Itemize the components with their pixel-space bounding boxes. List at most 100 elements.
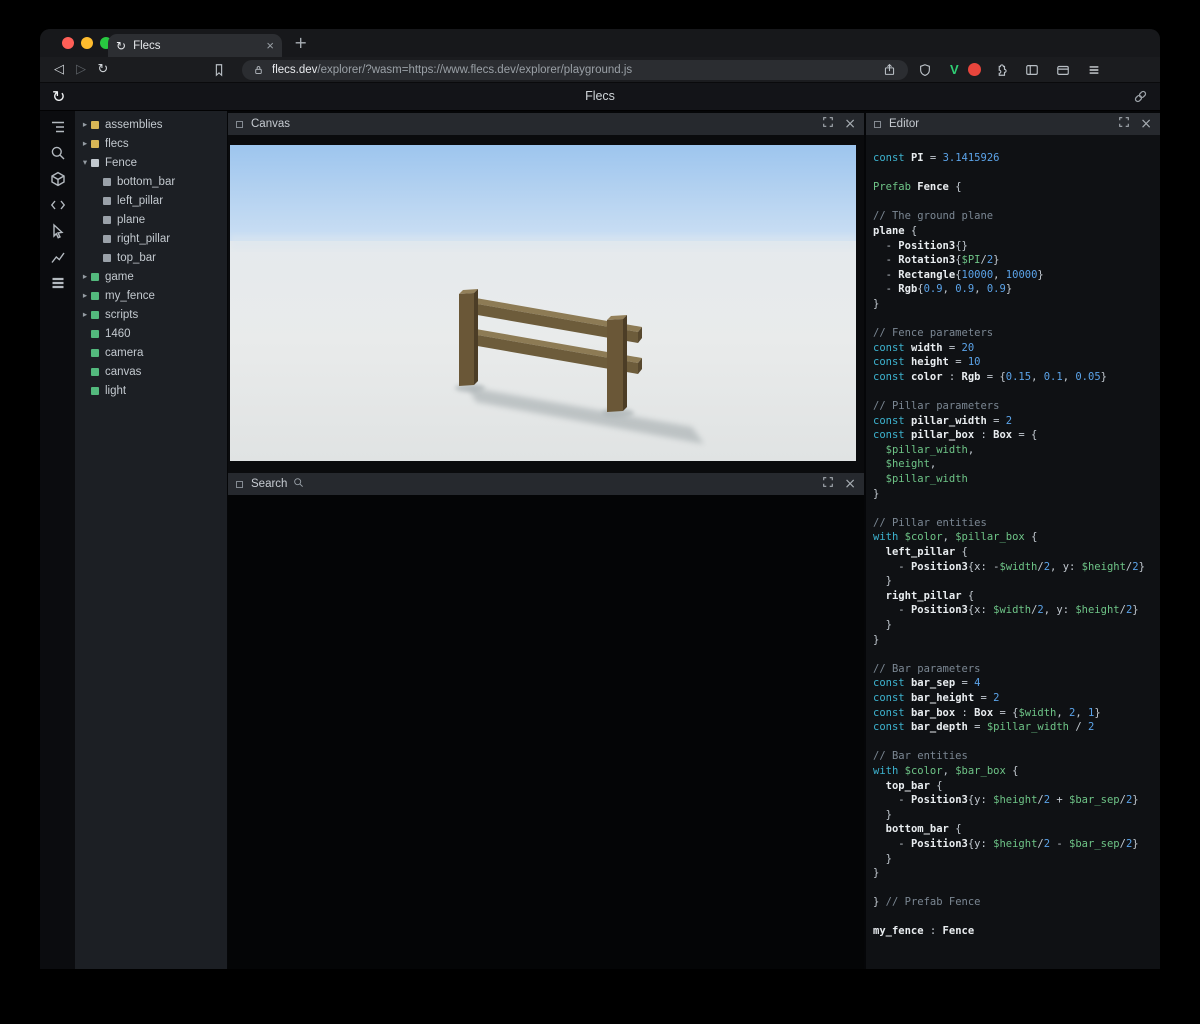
extensions-button[interactable] bbox=[990, 59, 1012, 81]
chevron-right-icon[interactable]: ▸ bbox=[79, 291, 91, 301]
code-line: with $color, $bar_box { bbox=[873, 764, 1160, 779]
bookmark-icon bbox=[212, 63, 226, 77]
url-path: /explorer/?wasm=https://www.flecs.dev/ex… bbox=[317, 64, 878, 76]
tree-item-scripts[interactable]: ▸ scripts bbox=[75, 305, 227, 324]
search-panel-body[interactable] bbox=[228, 495, 864, 969]
code-line: const pillar_width = 2 bbox=[873, 414, 1160, 429]
tree-item-my_fence[interactable]: ▸my_fence bbox=[75, 286, 227, 305]
entities-button[interactable] bbox=[50, 171, 66, 187]
forward-button[interactable]: ▷ bbox=[70, 62, 92, 77]
tab-close-icon[interactable]: × bbox=[266, 38, 274, 53]
search-button[interactable] bbox=[50, 145, 66, 161]
panel-grip-icon[interactable] bbox=[874, 121, 881, 128]
tree-item-1460[interactable]: 1460 bbox=[75, 324, 227, 343]
tree-item-canvas[interactable]: canvas bbox=[75, 362, 227, 381]
code-line: const height = 10 bbox=[873, 355, 1160, 370]
canvas-panel-body bbox=[228, 135, 864, 482]
chevron-right-icon[interactable]: ▸ bbox=[79, 272, 91, 282]
code-icon bbox=[50, 197, 66, 213]
code-line: } bbox=[873, 866, 1160, 881]
code-line bbox=[873, 647, 1160, 662]
tree-item-game[interactable]: ▸ game bbox=[75, 267, 227, 286]
browser-menu-button[interactable] bbox=[1083, 59, 1105, 81]
tree-item-label: bottom_bar bbox=[117, 176, 175, 188]
page-title: Flecs bbox=[40, 89, 1160, 103]
code-line: - Rgb{0.9, 0.9, 0.9} bbox=[873, 282, 1160, 297]
tab-bar: ↻ Flecs × + bbox=[40, 29, 1160, 57]
entity-kind-icon bbox=[91, 159, 99, 167]
share-link-button[interactable] bbox=[1133, 89, 1148, 109]
tree-item-Fence[interactable]: ▾ Fence bbox=[75, 153, 227, 172]
tree-item-light[interactable]: light bbox=[75, 381, 227, 400]
code-line: $pillar_width, bbox=[873, 443, 1160, 458]
statistics-button[interactable] bbox=[50, 249, 66, 265]
chevron-right-icon[interactable]: ▸ bbox=[79, 120, 91, 130]
code-line: } // Prefab Fence bbox=[873, 895, 1160, 910]
sidebar-toggle-button[interactable] bbox=[1021, 59, 1043, 81]
search-icon bbox=[293, 475, 304, 493]
tree-item-plane[interactable]: plane bbox=[75, 210, 227, 229]
tree-item-camera[interactable]: camera bbox=[75, 343, 227, 362]
close-window-button[interactable] bbox=[62, 37, 74, 49]
code-line bbox=[873, 910, 1160, 925]
search-close-button[interactable]: × bbox=[844, 477, 856, 491]
entity-tree-button[interactable] bbox=[50, 119, 66, 135]
expand-icon bbox=[822, 476, 834, 488]
code-line: // Bar parameters bbox=[873, 662, 1160, 677]
search-panel-title: Search bbox=[251, 478, 287, 490]
tree-item-label: scripts bbox=[105, 309, 138, 321]
code-line: with $color, $pillar_box { bbox=[873, 530, 1160, 545]
new-tab-button[interactable]: + bbox=[294, 33, 307, 52]
editor-code[interactable]: const PI = 3.1415926 Prefab Fence { // T… bbox=[866, 135, 1160, 969]
panel-grip-icon[interactable] bbox=[236, 481, 243, 488]
shield-button[interactable] bbox=[914, 59, 936, 81]
tree-item-label: game bbox=[105, 271, 134, 283]
tree-item-top_bar[interactable]: top_bar bbox=[75, 248, 227, 267]
code-line: } bbox=[873, 574, 1160, 589]
chevron-right-icon[interactable]: ▸ bbox=[79, 139, 91, 149]
reload-button[interactable]: ↻ bbox=[92, 62, 114, 77]
entity-kind-icon bbox=[91, 273, 99, 281]
editor-expand-button[interactable] bbox=[1118, 115, 1130, 133]
inspect-button[interactable] bbox=[50, 223, 66, 239]
code-line: $height, bbox=[873, 457, 1160, 472]
canvas-close-button[interactable]: × bbox=[844, 117, 856, 131]
wallet-button[interactable] bbox=[1052, 59, 1074, 81]
v-extension-button[interactable]: V bbox=[950, 62, 959, 77]
tree-item-label: right_pillar bbox=[117, 233, 170, 245]
code-line bbox=[873, 501, 1160, 516]
code-line: right_pillar { bbox=[873, 589, 1160, 604]
code-line: // Bar entities bbox=[873, 749, 1160, 764]
code-line: const bar_sep = 4 bbox=[873, 676, 1160, 691]
tree-item-assemblies[interactable]: ▸assemblies bbox=[75, 115, 227, 134]
canvas-expand-button[interactable] bbox=[822, 115, 834, 133]
editor-close-button[interactable]: × bbox=[1140, 117, 1152, 131]
chevron-right-icon[interactable]: ▸ bbox=[79, 310, 91, 320]
panel-grip-icon[interactable] bbox=[236, 121, 243, 128]
code-line: const bar_height = 2 bbox=[873, 691, 1160, 706]
tree-item-left_pillar[interactable]: left_pillar bbox=[75, 191, 227, 210]
tree-item-label: Fence bbox=[105, 157, 137, 169]
share-button[interactable] bbox=[878, 60, 900, 80]
back-button[interactable]: ◁ bbox=[48, 62, 70, 77]
link-icon bbox=[1133, 89, 1148, 104]
code-line: const pillar_box : Box = { bbox=[873, 428, 1160, 443]
red-extension-button[interactable] bbox=[968, 63, 981, 76]
3d-viewport[interactable] bbox=[230, 145, 856, 461]
code-button[interactable] bbox=[50, 197, 66, 213]
minimize-window-button[interactable] bbox=[81, 37, 93, 49]
flecs-favicon-icon: ↻ bbox=[116, 39, 126, 53]
address-bar[interactable]: flecs.dev/explorer/?wasm=https://www.fle… bbox=[242, 60, 908, 80]
search-expand-button[interactable] bbox=[822, 475, 834, 493]
tree-item-bottom_bar[interactable]: bottom_bar bbox=[75, 172, 227, 191]
search-panel-header: Search × bbox=[228, 473, 864, 495]
code-line: // Pillar entities bbox=[873, 516, 1160, 531]
queries-button[interactable] bbox=[50, 275, 66, 291]
tree-item-right_pillar[interactable]: right_pillar bbox=[75, 229, 227, 248]
browser-tab[interactable]: ↻ Flecs × bbox=[108, 34, 282, 57]
chevron-down-icon[interactable]: ▾ bbox=[79, 158, 91, 168]
tree-item-flecs[interactable]: ▸flecs bbox=[75, 134, 227, 153]
code-line: - Rectangle{10000, 10000} bbox=[873, 268, 1160, 283]
bookmark-button[interactable] bbox=[208, 59, 230, 81]
hierarchy-icon bbox=[50, 119, 66, 135]
